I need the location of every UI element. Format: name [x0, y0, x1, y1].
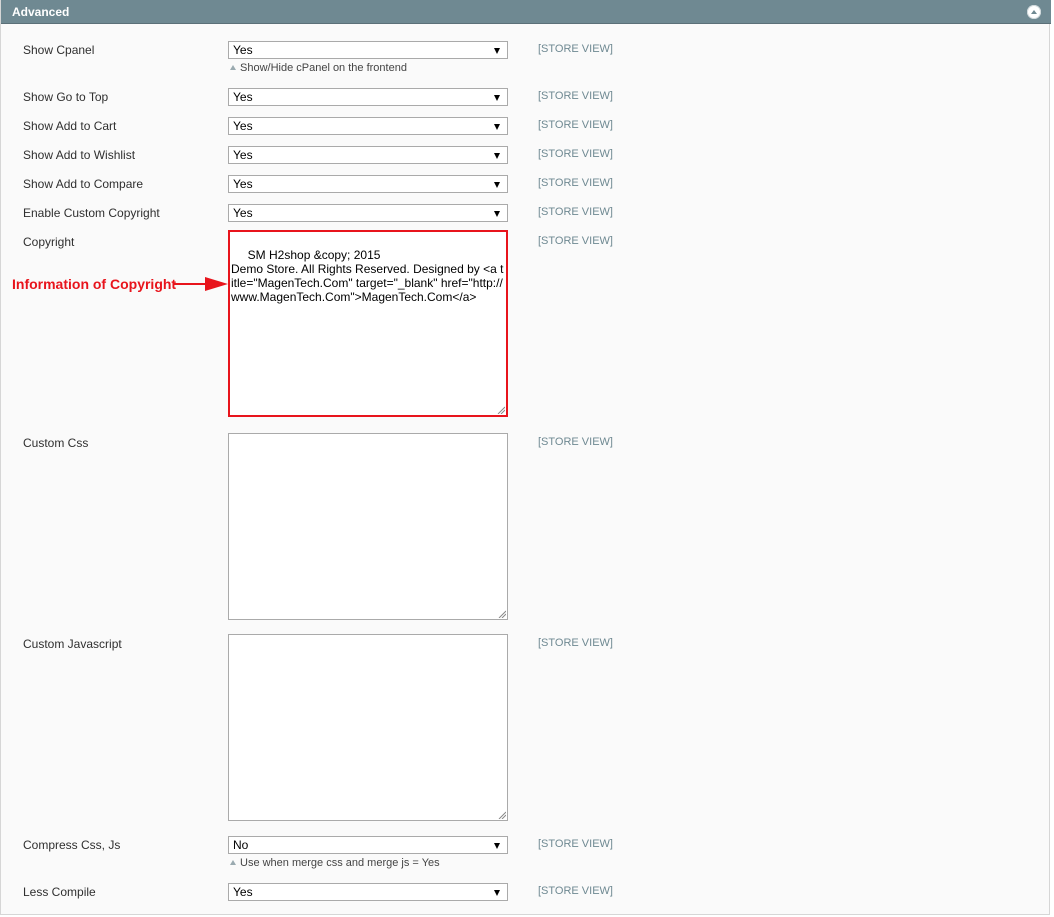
note-triangle-icon [230, 860, 236, 865]
show-cpanel-note: Show/Hide cPanel on the frontend [230, 62, 407, 74]
resize-grip-icon[interactable] [497, 406, 505, 414]
copyright-textarea[interactable]: SM H2shop &copy; 2015 Demo Store. All Ri… [228, 230, 508, 417]
scope-label: [STORE VIEW] [538, 637, 613, 649]
show-add-to-compare-label: Show Add to Compare [23, 177, 144, 191]
scope-label: [STORE VIEW] [538, 43, 613, 55]
compress-css-js-note: Use when merge css and merge js = Yes [230, 857, 440, 869]
scope-label: [STORE VIEW] [538, 119, 613, 131]
show-cpanel-label: Show Cpanel [23, 43, 95, 57]
copyright-label: Copyright [23, 235, 75, 249]
dropdown-arrow-icon [494, 153, 500, 159]
resize-grip-icon[interactable] [498, 610, 506, 618]
show-add-to-wishlist-label: Show Add to Wishlist [23, 148, 136, 162]
scope-label: [STORE VIEW] [538, 235, 613, 247]
scope-label: [STORE VIEW] [538, 206, 613, 218]
select-value: Yes [233, 148, 253, 162]
select-value: Yes [233, 885, 253, 899]
dropdown-arrow-icon [494, 124, 500, 130]
dropdown-arrow-icon [494, 890, 500, 896]
select-value: Yes [233, 43, 253, 57]
dropdown-arrow-icon [494, 843, 500, 849]
section-title: Advanced [12, 5, 70, 19]
less-compile-select[interactable]: Yes [228, 883, 508, 901]
dropdown-arrow-icon [494, 182, 500, 188]
show-add-to-cart-label: Show Add to Cart [23, 119, 117, 133]
dropdown-arrow-icon [494, 48, 500, 54]
show-add-to-wishlist-select[interactable]: Yes [228, 146, 508, 164]
note-text: Show/Hide cPanel on the frontend [240, 62, 407, 74]
compress-css-js-select[interactable]: No [228, 836, 508, 854]
dropdown-arrow-icon [494, 95, 500, 101]
scope-label: [STORE VIEW] [538, 148, 613, 160]
select-value: No [233, 838, 249, 852]
show-go-to-top-select[interactable]: Yes [228, 88, 508, 106]
scope-label: [STORE VIEW] [538, 436, 613, 448]
show-go-to-top-label: Show Go to Top [23, 90, 109, 104]
resize-grip-icon[interactable] [498, 811, 506, 819]
section-header[interactable]: Advanced [1, 0, 1051, 24]
scope-label: [STORE VIEW] [538, 838, 613, 850]
custom-css-textarea[interactable] [228, 433, 508, 620]
show-add-to-compare-select[interactable]: Yes [228, 175, 508, 193]
custom-css-label: Custom Css [23, 436, 89, 450]
collapse-up-icon[interactable] [1027, 5, 1041, 19]
annotation-label: Information of Copyright [12, 276, 177, 292]
select-value: Yes [233, 206, 253, 220]
enable-custom-copyright-select[interactable]: Yes [228, 204, 508, 222]
custom-javascript-textarea[interactable] [228, 634, 508, 821]
dropdown-arrow-icon [494, 211, 500, 217]
advanced-panel: Advanced Show Cpanel Yes [STORE VIEW] Sh… [0, 0, 1051, 915]
scope-label: [STORE VIEW] [538, 90, 613, 102]
note-triangle-icon [230, 65, 236, 70]
scope-label: [STORE VIEW] [538, 885, 613, 897]
show-add-to-cart-select[interactable]: Yes [228, 117, 508, 135]
custom-javascript-label: Custom Javascript [23, 637, 122, 651]
less-compile-label: Less Compile [23, 885, 96, 899]
compress-css-js-label: Compress Css, Js [23, 838, 121, 852]
select-value: Yes [233, 90, 253, 104]
show-cpanel-select[interactable]: Yes [228, 41, 508, 59]
note-text: Use when merge css and merge js = Yes [240, 857, 440, 869]
enable-custom-copyright-label: Enable Custom Copyright [23, 206, 160, 220]
select-value: Yes [233, 119, 253, 133]
annotation-arrow-icon [173, 277, 228, 291]
scope-label: [STORE VIEW] [538, 177, 613, 189]
select-value: Yes [233, 177, 253, 191]
copyright-text: SM H2shop &copy; 2015 Demo Store. All Ri… [231, 248, 504, 304]
